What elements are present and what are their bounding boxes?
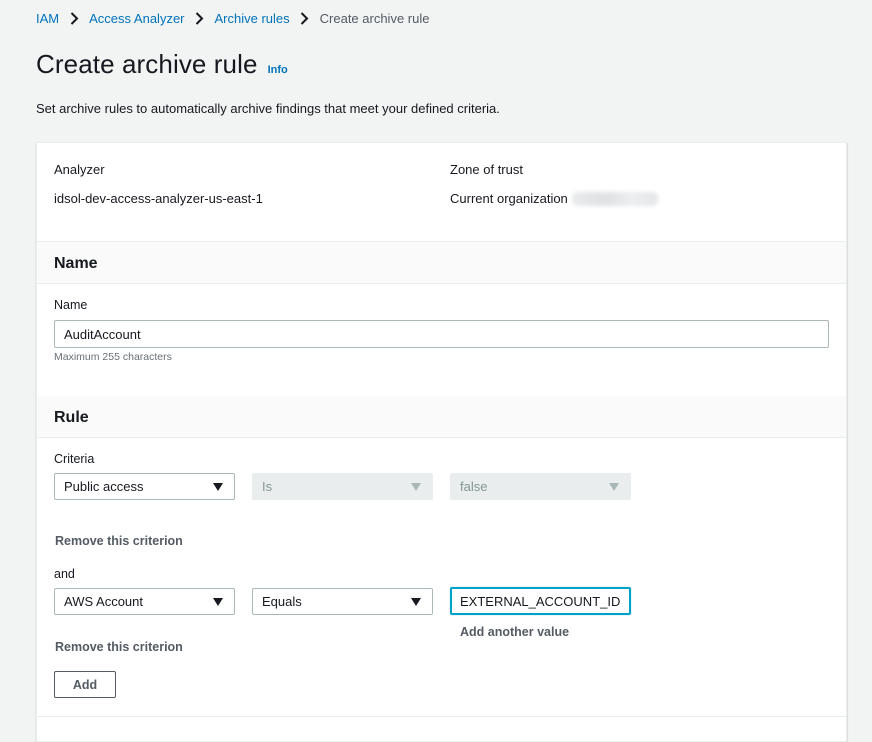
caret-down-icon bbox=[411, 598, 421, 606]
breadcrumb-current: Create archive rule bbox=[319, 11, 430, 26]
criteria-label: Criteria bbox=[54, 452, 95, 466]
criterion2-value-text: EXTERNAL_ACCOUNT_ID bbox=[460, 593, 621, 609]
criterion2-value-input[interactable]: EXTERNAL_ACCOUNT_ID bbox=[450, 587, 631, 615]
caret-down-icon bbox=[609, 483, 619, 491]
zone-of-trust-column: Zone of trust Current organization bbox=[450, 162, 658, 206]
caret-down-icon bbox=[213, 598, 223, 606]
analyzer-summary: Analyzer idsol-dev-access-analyzer-us-ea… bbox=[37, 143, 846, 242]
criterion2-property-select[interactable]: AWS Account bbox=[54, 588, 235, 615]
criterion1-operator-value: Is bbox=[262, 479, 273, 494]
criterion2-operator-value: Equals bbox=[262, 594, 302, 609]
add-criterion-button[interactable]: Add bbox=[54, 671, 116, 698]
breadcrumb-archive-rules[interactable]: Archive rules bbox=[215, 11, 290, 26]
rule-section-title: Rule bbox=[54, 409, 89, 426]
and-label: and bbox=[54, 567, 75, 581]
name-input[interactable] bbox=[54, 320, 829, 348]
add-another-value-button[interactable]: Add another value bbox=[460, 625, 569, 639]
rule-section-header: Rule bbox=[37, 396, 846, 438]
chevron-right-icon bbox=[290, 12, 320, 25]
info-link[interactable]: Info bbox=[268, 64, 288, 76]
caret-down-icon bbox=[411, 483, 421, 491]
page-description: Set archive rules to automatically archi… bbox=[36, 101, 500, 116]
chevron-right-icon bbox=[59, 12, 89, 25]
breadcrumb-access-analyzer[interactable]: Access Analyzer bbox=[89, 11, 184, 26]
page-title: Create archive rule bbox=[36, 49, 258, 79]
zone-of-trust-value-row: Current organization bbox=[450, 191, 658, 206]
breadcrumb-iam[interactable]: IAM bbox=[36, 11, 59, 26]
criterion1-operator-select: Is bbox=[252, 473, 433, 500]
analyzer-column: Analyzer idsol-dev-access-analyzer-us-ea… bbox=[54, 162, 263, 206]
analyzer-label: Analyzer bbox=[54, 162, 105, 177]
chevron-right-icon bbox=[185, 12, 215, 25]
analyzer-value: idsol-dev-access-analyzer-us-east-1 bbox=[54, 191, 263, 206]
zone-of-trust-value: Current organization bbox=[450, 191, 568, 206]
criterion1-property-value: Public access bbox=[64, 479, 144, 494]
name-section-header: Name bbox=[37, 242, 846, 284]
name-section-title: Name bbox=[54, 255, 98, 272]
page-header: Create archive rule Info bbox=[36, 49, 288, 80]
breadcrumb: IAM Access Analyzer Archive rules Create… bbox=[36, 11, 429, 26]
criterion1-value-select: false bbox=[450, 473, 631, 500]
redacted-organization-id bbox=[571, 191, 658, 206]
criterion1-property-select[interactable]: Public access bbox=[54, 473, 235, 500]
remove-criterion2-button[interactable]: Remove this criterion bbox=[55, 640, 183, 654]
archive-rule-form: Analyzer idsol-dev-access-analyzer-us-ea… bbox=[36, 142, 847, 742]
criterion1-value: false bbox=[460, 479, 488, 494]
name-hint: Maximum 255 characters bbox=[54, 351, 172, 363]
section-divider bbox=[37, 716, 846, 717]
name-field-label: Name bbox=[54, 298, 88, 312]
remove-criterion1-button[interactable]: Remove this criterion bbox=[55, 534, 183, 548]
criterion2-operator-select[interactable]: Equals bbox=[252, 588, 433, 615]
caret-down-icon bbox=[213, 483, 223, 491]
zone-of-trust-label: Zone of trust bbox=[450, 162, 523, 177]
criterion2-property-value: AWS Account bbox=[64, 594, 143, 609]
